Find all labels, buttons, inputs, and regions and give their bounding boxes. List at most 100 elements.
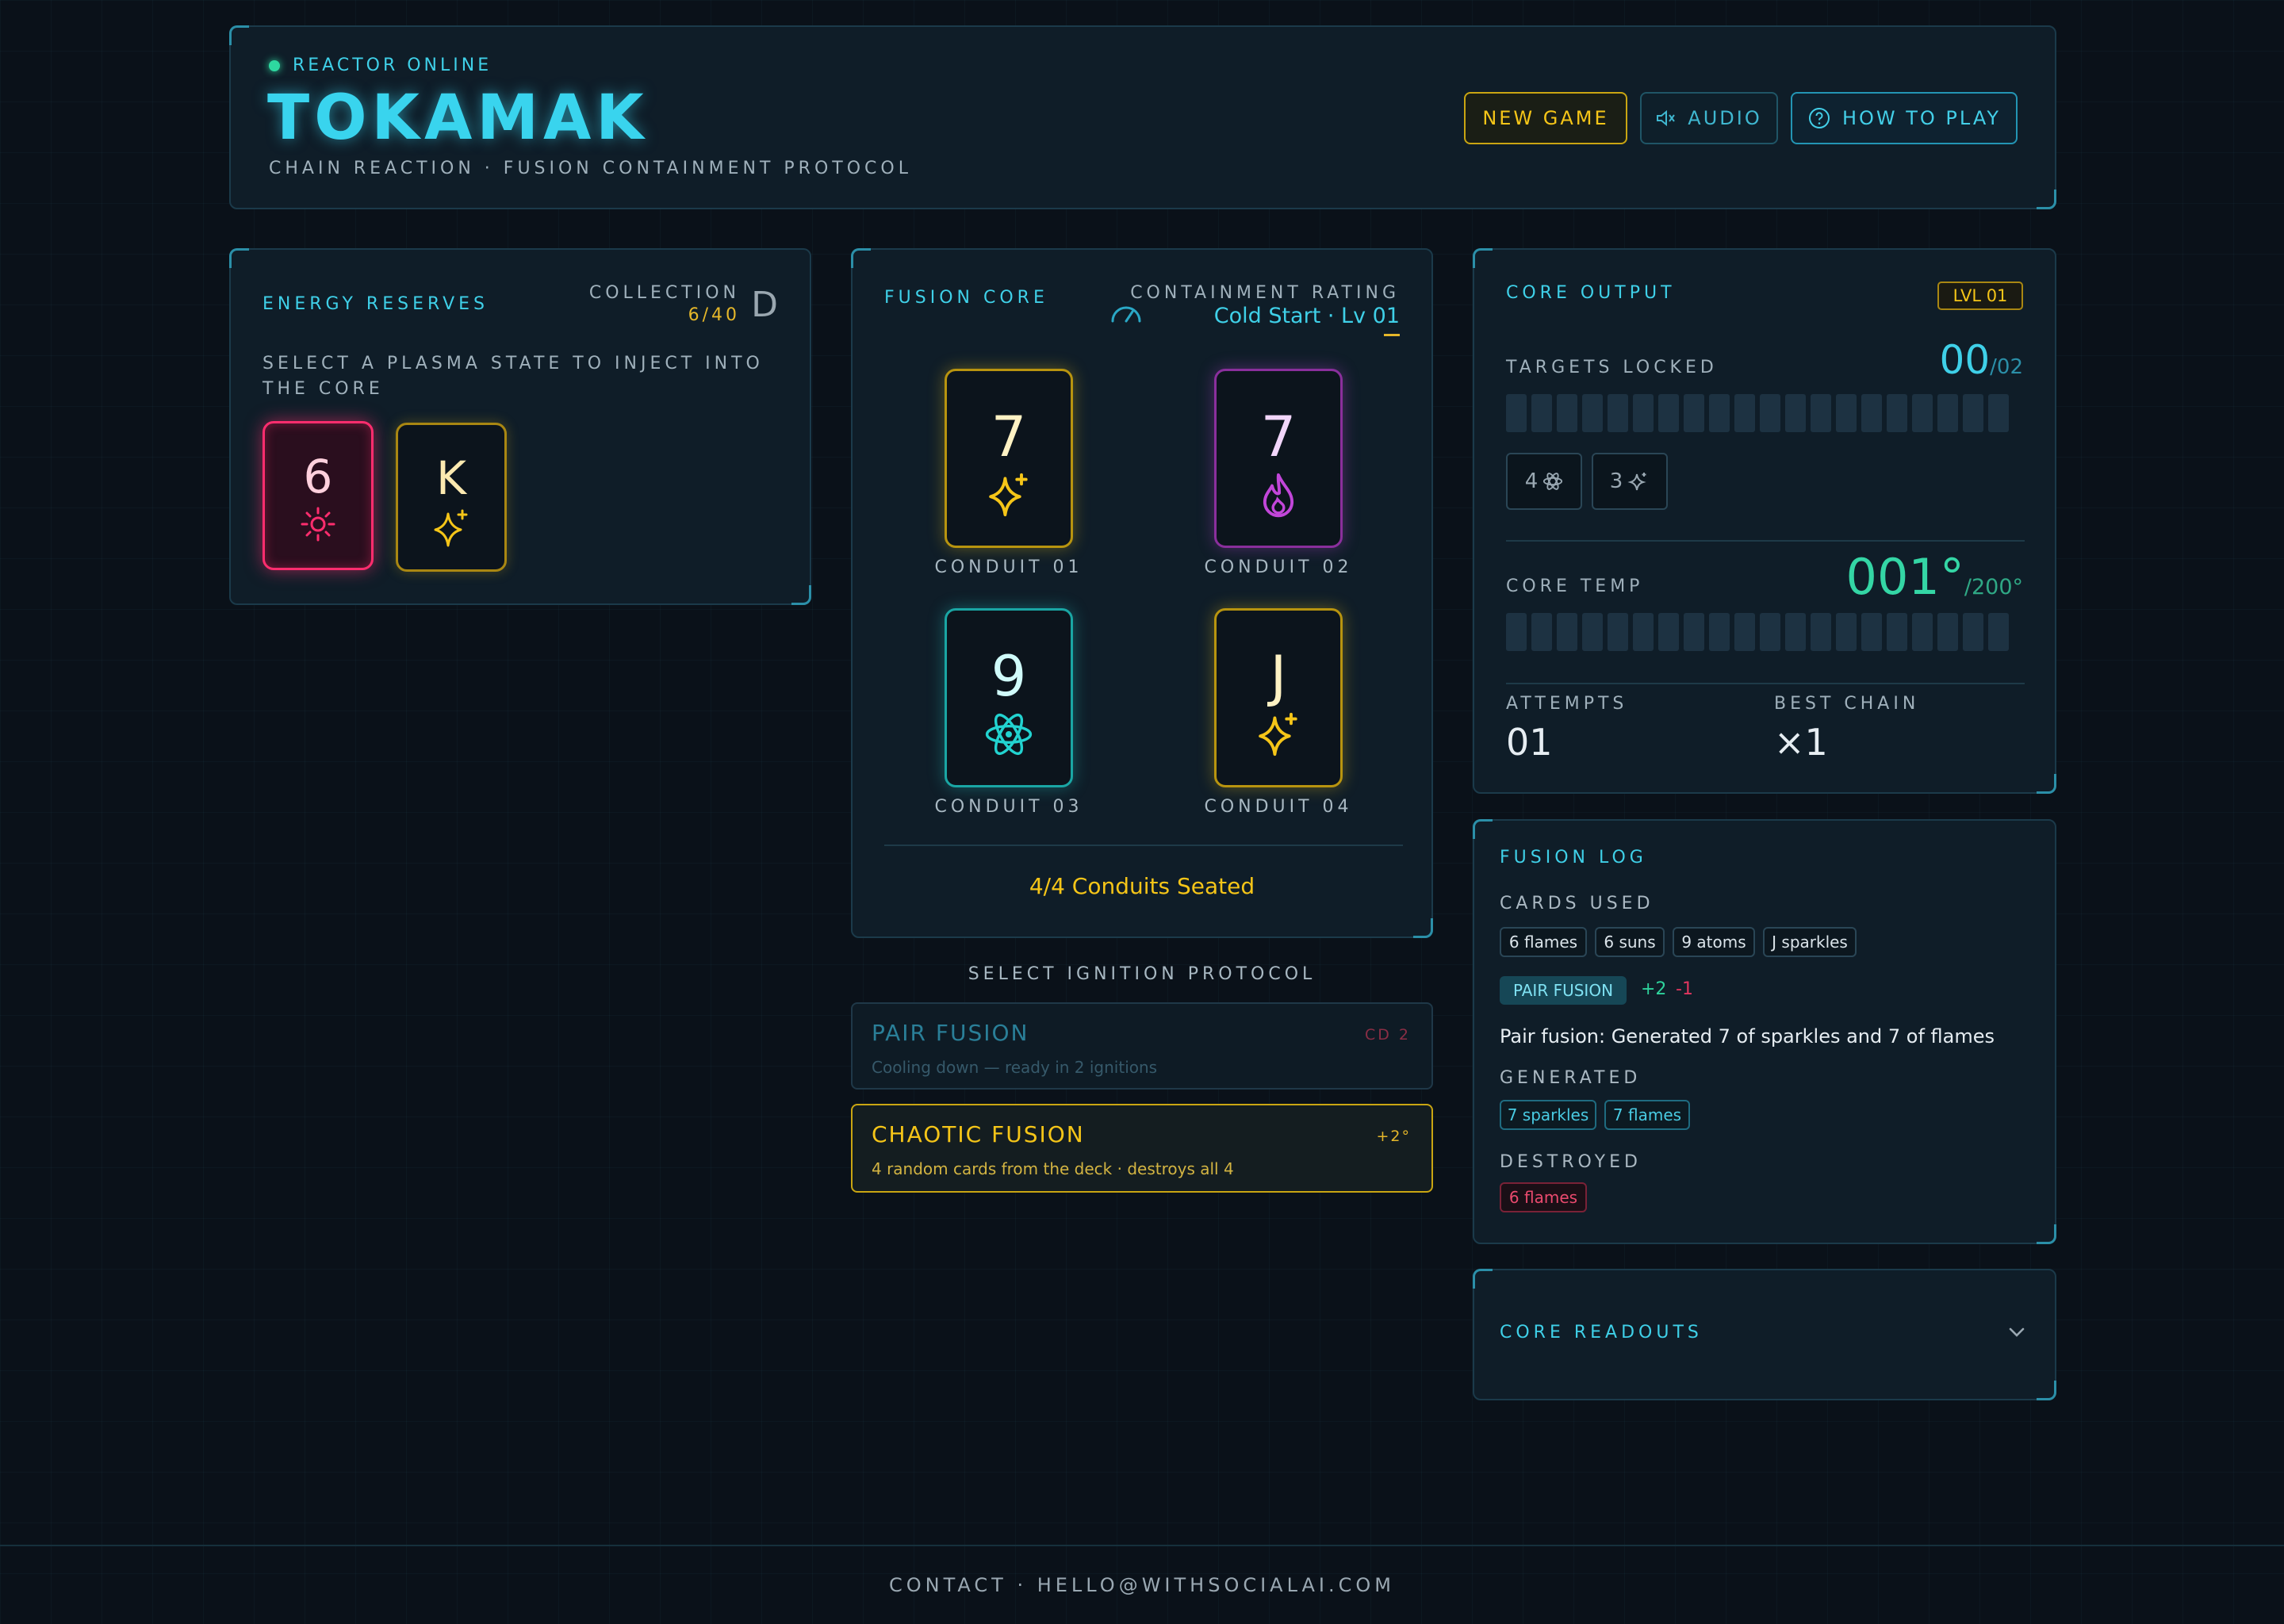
- fusion-log-panel: FUSION LOG CARDS USED 6 flames 6 suns 9 …: [1473, 819, 2056, 1244]
- conduit-03-card[interactable]: 9: [945, 608, 1073, 787]
- protocol-name: PAIR FUSION: [872, 1020, 1029, 1046]
- conduit-label: CONDUIT 03: [934, 797, 1083, 817]
- speaker-muted-icon: [1657, 109, 1676, 127]
- target-chip-sparkles: 3: [1592, 453, 1668, 510]
- targets-progress-bar: [1506, 394, 2009, 432]
- level-badge: LVL 01: [1937, 282, 2023, 310]
- bar-segment: [1937, 613, 1958, 651]
- used-card-chip: 6 suns: [1595, 927, 1665, 957]
- rating-marker: [1384, 334, 1400, 336]
- protocol-name: CHAOTIC FUSION: [872, 1121, 1085, 1147]
- bar-segment: [1988, 613, 2009, 651]
- bar-segment: [1988, 394, 2009, 432]
- conduit-04-card[interactable]: J: [1214, 608, 1343, 787]
- used-card-chip: 9 atoms: [1673, 927, 1755, 957]
- bar-segment: [1734, 394, 1755, 432]
- attempts-label: ATTEMPTS: [1506, 694, 1628, 714]
- audio-label: AUDIO: [1688, 107, 1762, 129]
- header-panel: REACTOR ONLINE TOKAMAK CHAIN REACTION · …: [229, 25, 2056, 209]
- game-title: TOKAMAK: [267, 82, 649, 154]
- card-rank: 6: [303, 450, 333, 504]
- output-divider: [1506, 540, 2025, 542]
- bar-segment: [1963, 394, 1983, 432]
- conduit-02-card[interactable]: 7: [1214, 369, 1343, 548]
- temp-readout: 001° /200°: [1846, 548, 2023, 606]
- core-readouts-panel[interactable]: CORE READOUTS: [1473, 1269, 2056, 1400]
- bar-segment: [1785, 394, 1806, 432]
- sparkle-icon: [989, 473, 1028, 517]
- heat-gain: +2: [1641, 979, 1667, 999]
- bar-segment: [1811, 394, 1831, 432]
- used-card-chip: 6 flames: [1500, 927, 1587, 957]
- action-badge: PAIR FUSION: [1500, 976, 1627, 1005]
- status-dot: [269, 60, 280, 71]
- output-title: CORE OUTPUT: [1506, 283, 1676, 303]
- temp-max: /200°: [1964, 575, 2023, 599]
- sparkle-icon: [434, 509, 468, 547]
- card-rank: 7: [1260, 404, 1297, 469]
- pair-fusion-option[interactable]: PAIR FUSION CD 2 Cooling down — ready in…: [851, 1002, 1433, 1090]
- generated-label: GENERATED: [1500, 1068, 1642, 1088]
- conduit-label: CONDUIT 02: [1204, 557, 1353, 577]
- core-output-panel: CORE OUTPUT LVL 01 TARGETS LOCKED 00 /02…: [1473, 248, 2056, 794]
- conduit-01-card[interactable]: 7: [945, 369, 1073, 548]
- reserves-title: ENERGY RESERVES: [263, 294, 489, 314]
- conduit-label: CONDUIT 04: [1204, 797, 1353, 817]
- chaotic-fusion-option[interactable]: CHAOTIC FUSION +2° 4 random cards from t…: [851, 1104, 1433, 1193]
- target-count: 4: [1524, 469, 1539, 493]
- bar-segment: [1684, 394, 1704, 432]
- help-circle-icon: [1808, 108, 1830, 128]
- reserve-card-6-suns[interactable]: 6: [263, 421, 374, 570]
- log-message: Pair fusion: Generated 7 of sparkles and…: [1500, 1025, 1995, 1048]
- card-rank: K: [435, 451, 467, 505]
- temp-progress-bar: [1506, 613, 2009, 651]
- targets-total: /02: [1990, 355, 2023, 379]
- card-rank: 9: [991, 644, 1027, 709]
- generated-card-chip: 7 flames: [1604, 1100, 1690, 1130]
- target-count: 3: [1609, 469, 1623, 493]
- bar-segment: [1887, 394, 1907, 432]
- bar-segment: [1734, 613, 1755, 651]
- atom-icon: [1543, 473, 1563, 490]
- cooldown-tag: CD 2: [1364, 1026, 1411, 1044]
- audio-button[interactable]: AUDIO: [1640, 92, 1778, 144]
- bar-segment: [1658, 613, 1679, 651]
- how-to-play-label: HOW TO PLAY: [1841, 107, 2002, 129]
- bar-segment: [1633, 613, 1654, 651]
- how-to-play-button[interactable]: HOW TO PLAY: [1791, 92, 2018, 144]
- log-title: FUSION LOG: [1500, 848, 1647, 868]
- reserve-card-k-sparkles[interactable]: K: [396, 423, 507, 572]
- ignition-heading: SELECT IGNITION PROTOCOL: [968, 964, 1316, 984]
- cards-used-label: CARDS USED: [1500, 894, 1654, 914]
- generated-card-chip: 7 sparkles: [1500, 1100, 1596, 1130]
- bar-segment: [1658, 394, 1679, 432]
- best-chain-label: BEST CHAIN: [1774, 694, 1920, 714]
- bar-segment: [1557, 394, 1577, 432]
- bar-segment: [1836, 613, 1857, 651]
- bar-segment: [1506, 394, 1527, 432]
- protocol-desc: Cooling down — ready in 2 ignitions: [872, 1058, 1158, 1077]
- bar-segment: [1557, 613, 1577, 651]
- bar-segment: [1582, 394, 1603, 432]
- bar-segment: [1608, 613, 1628, 651]
- new-game-button[interactable]: NEW GAME: [1464, 92, 1627, 144]
- game-subtitle: CHAIN REACTION · FUSION CONTAINMENT PROT…: [269, 159, 912, 178]
- bar-segment: [1963, 613, 1983, 651]
- target-chip-atoms: 4: [1506, 453, 1582, 510]
- destroyed-card-chip: 6 flames: [1500, 1182, 1587, 1212]
- reactor-status: REACTOR ONLINE: [293, 56, 492, 75]
- chevron-down-icon[interactable]: [2007, 1326, 2026, 1339]
- sparkle-icon: [1259, 712, 1297, 756]
- bar-segment: [1531, 613, 1552, 651]
- sun-icon: [301, 507, 335, 542]
- temp-value: 001°: [1845, 548, 1964, 606]
- contact-link[interactable]: CONTACT · HELLO@WITHSOCIALAI.COM: [889, 1574, 1395, 1596]
- energy-reserves-panel: ENERGY RESERVES COLLECTION 6/40 D SELECT…: [229, 248, 811, 605]
- bar-segment: [1912, 394, 1933, 432]
- used-card-chip: J sparkles: [1763, 927, 1857, 957]
- card-rank: J: [1270, 644, 1287, 709]
- bar-segment: [1633, 394, 1654, 432]
- fusion-core-panel: FUSION CORE CONTAINMENT RATING Cold Star…: [851, 248, 1433, 938]
- protocol-desc: 4 random cards from the deck · destroys …: [872, 1159, 1234, 1178]
- bar-segment: [1811, 613, 1831, 651]
